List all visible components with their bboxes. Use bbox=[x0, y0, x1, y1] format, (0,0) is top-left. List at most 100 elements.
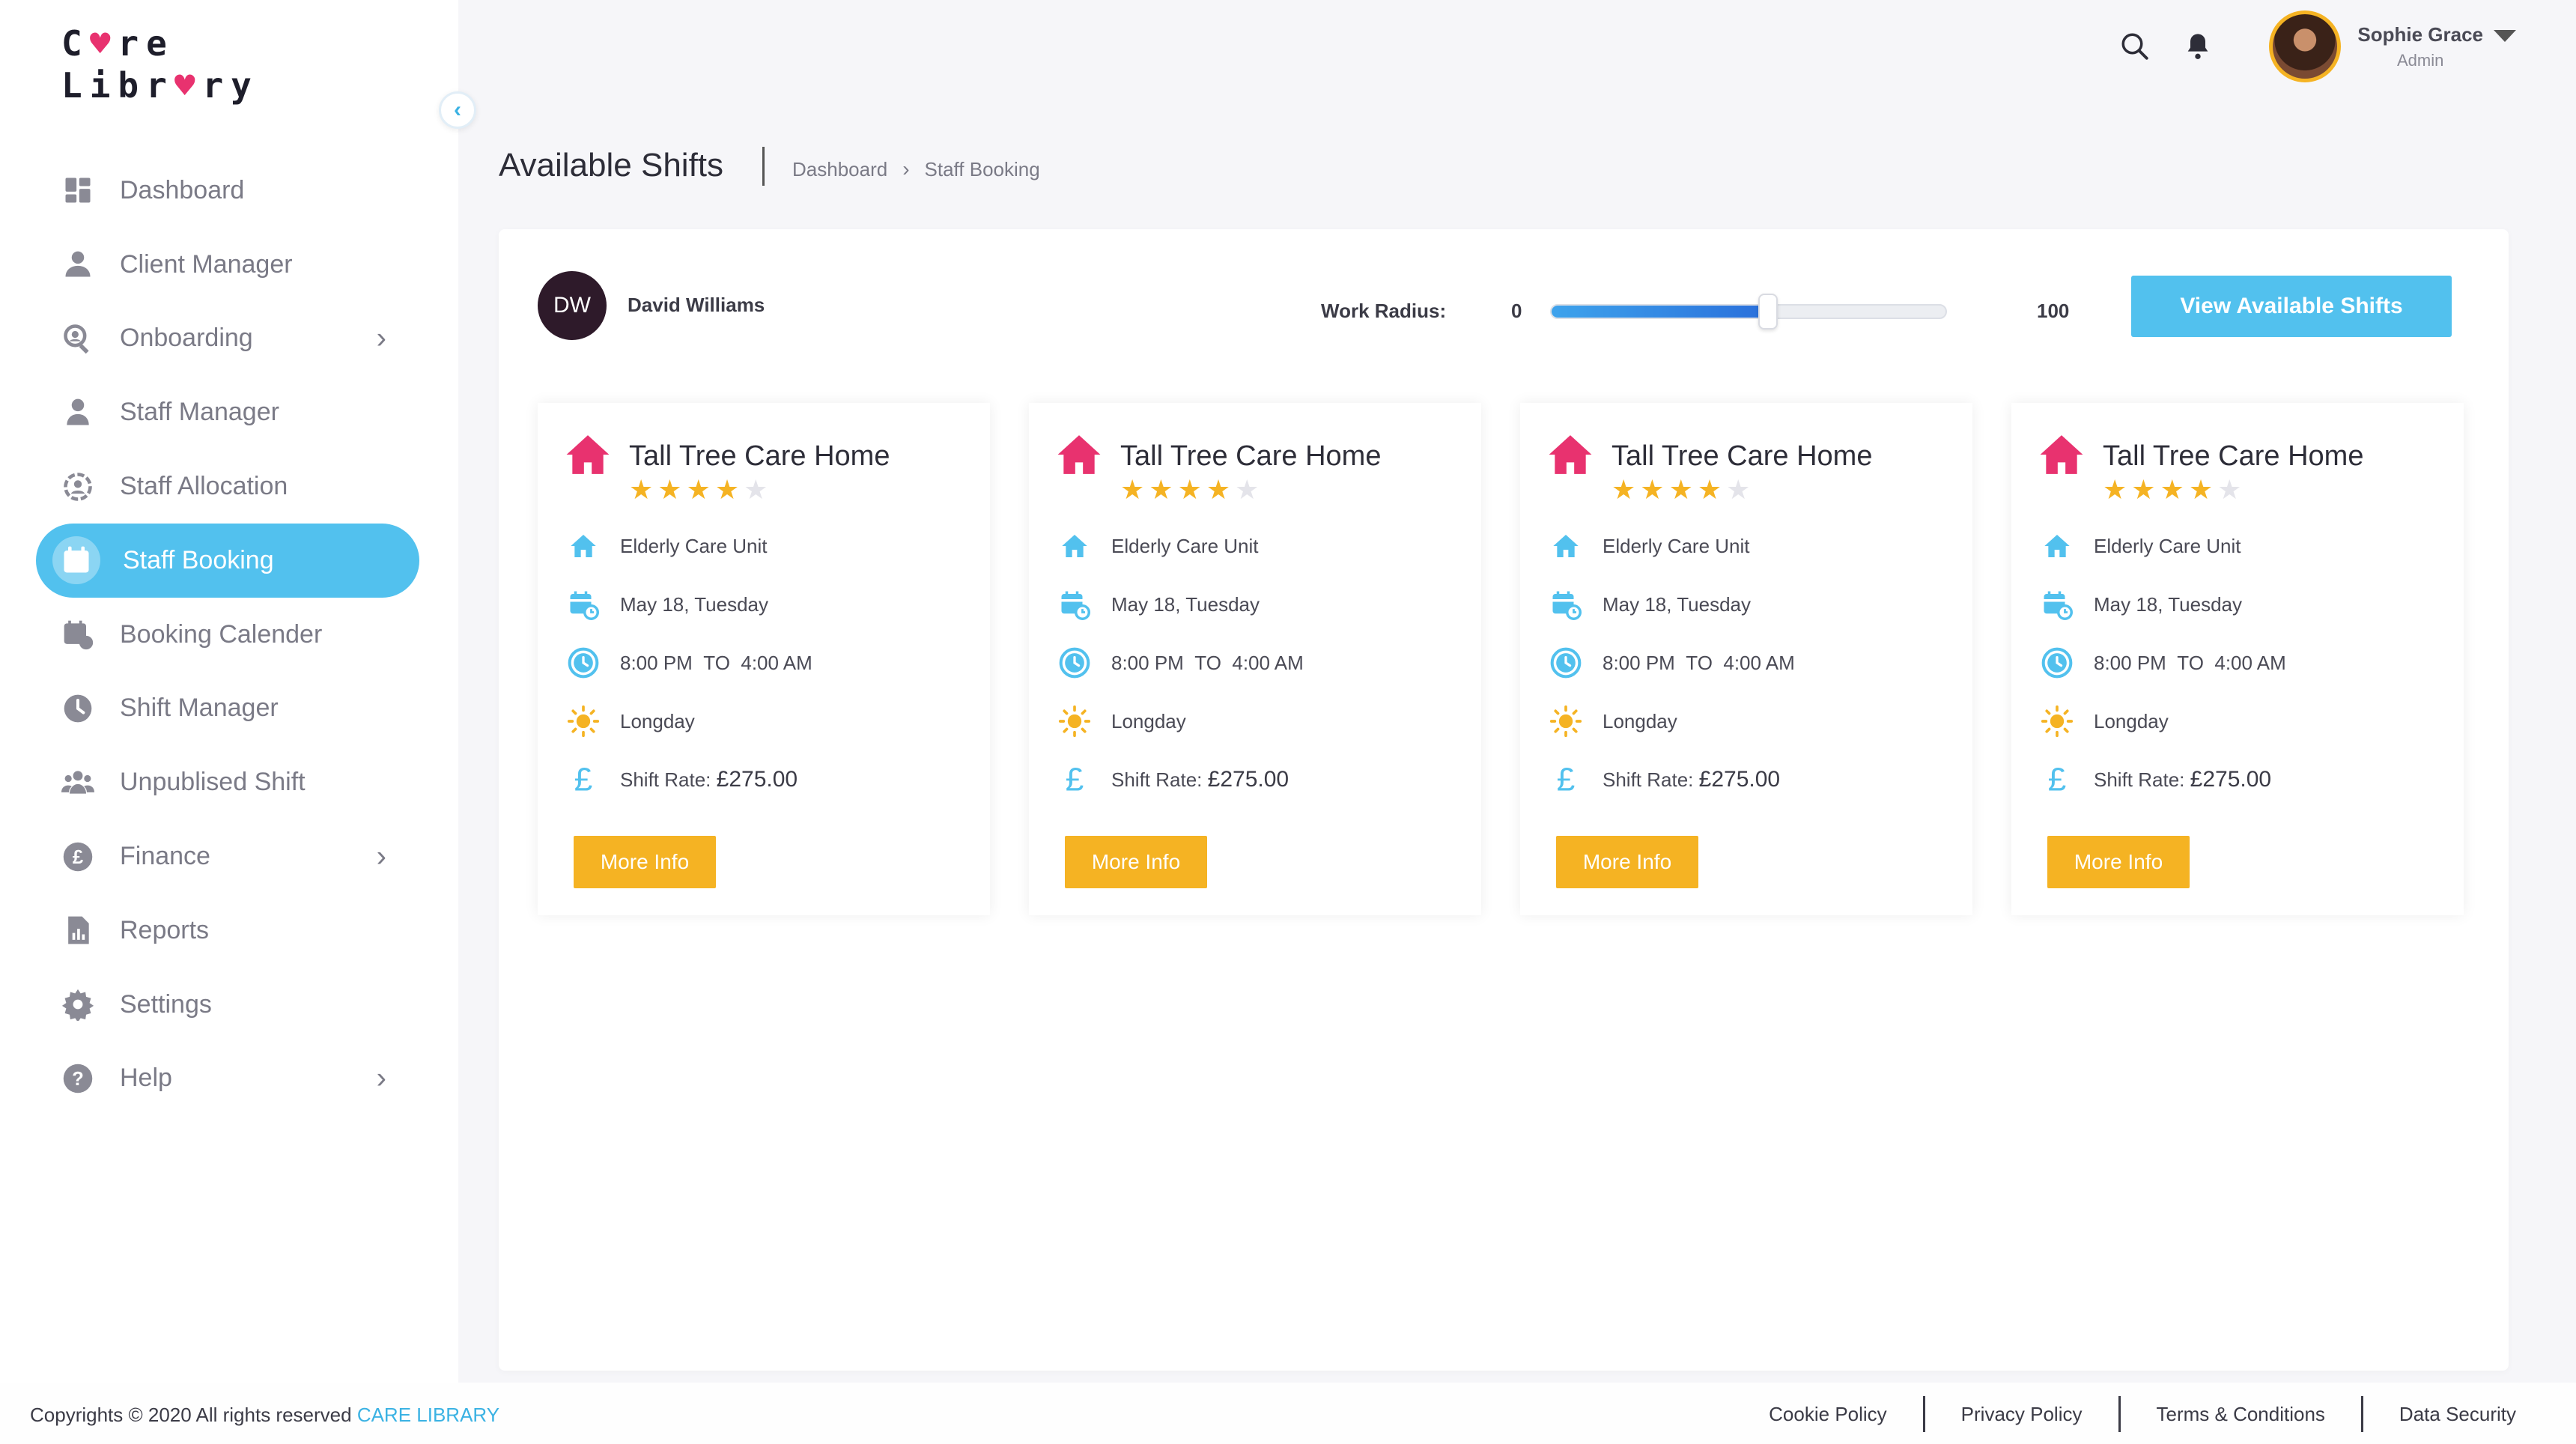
gear-icon bbox=[58, 985, 97, 1024]
user-menu-caret-icon[interactable] bbox=[2494, 30, 2516, 42]
user-meta[interactable]: Sophie Grace Admin bbox=[2357, 23, 2483, 70]
more-info-button[interactable]: More Info bbox=[2047, 836, 2190, 888]
rate-label: Shift Rate: bbox=[1111, 768, 1203, 791]
unit-row: Elderly Care Unit bbox=[2038, 527, 2241, 565]
star-icon: ★ bbox=[2160, 474, 2184, 505]
sidebar-item-label: Shift Manager bbox=[120, 694, 279, 723]
sidebar-item-unpublised-shift[interactable]: Unpublised Shift bbox=[36, 745, 419, 819]
sidebar-item-label: Booking Calender bbox=[120, 619, 323, 649]
sidebar-item-label: Staff Booking bbox=[123, 545, 274, 574]
collapse-sidebar-button[interactable]: ‹ bbox=[439, 91, 476, 129]
time-text: 8:00 PM TO 4:00 AM bbox=[1603, 652, 1795, 675]
clock-icon bbox=[58, 689, 97, 728]
sidebar-item-label: Client Manager bbox=[120, 249, 293, 279]
shift-type-row: Longday bbox=[565, 703, 695, 740]
copyright-text: Copyrights © 2020 All rights reserved bbox=[30, 1404, 357, 1426]
sidebar-item-dashboard[interactable]: Dashboard bbox=[36, 154, 419, 228]
logo[interactable]: C♥re Libr♥ry bbox=[61, 22, 259, 106]
sidebar-item-reports[interactable]: Reports bbox=[36, 894, 419, 968]
star-icon: ★ bbox=[1149, 474, 1173, 505]
copyright: Copyrights © 2020 All rights reserved CA… bbox=[30, 1404, 499, 1427]
search-button[interactable] bbox=[2116, 28, 2154, 65]
unit-text: Elderly Care Unit bbox=[1111, 534, 1259, 557]
breadcrumb-chevron-icon: › bbox=[902, 157, 910, 180]
star-icon: ★ bbox=[1235, 474, 1260, 505]
footer-brand-link[interactable]: CARE LIBRARY bbox=[357, 1404, 499, 1426]
star-icon: ★ bbox=[1668, 474, 1693, 505]
calendar-icon bbox=[58, 615, 97, 654]
onboarding-icon bbox=[58, 319, 97, 358]
help-icon: ? bbox=[58, 1059, 97, 1098]
svg-text:£: £ bbox=[2048, 763, 2066, 796]
more-info-button[interactable]: More Info bbox=[1556, 836, 1698, 888]
time-from: 8:00 PM bbox=[1603, 651, 1675, 674]
star-icon: ★ bbox=[1206, 474, 1231, 505]
time-text: 8:00 PM TO 4:00 AM bbox=[2094, 652, 2286, 675]
more-info-button[interactable]: More Info bbox=[1065, 836, 1207, 888]
care-home-name: Tall Tree Care Home bbox=[629, 440, 890, 472]
clock-icon bbox=[565, 644, 602, 682]
unit-home-icon bbox=[1547, 527, 1585, 565]
more-info-button[interactable]: More Info bbox=[574, 836, 716, 888]
sidebar-item-finance[interactable]: £ Finance › bbox=[36, 819, 419, 894]
sidebar-item-label: Unpublised Shift bbox=[120, 768, 306, 797]
shift-card: Tall Tree Care Home ★ ★ ★ ★ ★ Elderly Care Uni… bbox=[1029, 403, 1481, 915]
sidebar-item-label: Dashboard bbox=[120, 175, 245, 204]
notifications-button[interactable] bbox=[2179, 28, 2217, 65]
sidebar-item-shift-manager[interactable]: Shift Manager bbox=[36, 672, 419, 746]
sidebar-item-onboarding[interactable]: Onboarding › bbox=[36, 302, 419, 376]
work-radius-slider[interactable] bbox=[1550, 294, 1947, 330]
star-icon: ★ bbox=[2188, 474, 2214, 505]
sidebar-item-client-manager[interactable]: Client Manager bbox=[36, 228, 419, 302]
breadcrumb: Dashboard › Staff Booking bbox=[792, 157, 1040, 181]
rate-label: Shift Rate: bbox=[2094, 768, 2185, 791]
sidebar-item-staff-allocation[interactable]: Staff Allocation bbox=[36, 449, 419, 524]
sidebar-item-staff-booking[interactable]: Staff Booking bbox=[36, 523, 419, 598]
work-radius-min: 0 bbox=[1511, 300, 1522, 322]
pound-icon: £ bbox=[565, 761, 602, 798]
user-name: Sophie Grace bbox=[2357, 22, 2483, 46]
star-icon: ★ bbox=[1726, 474, 1751, 505]
shift-card: Tall Tree Care Home ★ ★ ★ ★ ★ Elderly Care Uni… bbox=[1520, 403, 1972, 915]
time-to-label: TO bbox=[1686, 651, 1713, 674]
rate-value: £275.00 bbox=[1207, 767, 1289, 792]
client-icon bbox=[58, 245, 97, 284]
date-row: May 18, Tuesday bbox=[1547, 586, 1751, 623]
privacy-policy-link[interactable]: Privacy Policy bbox=[1922, 1396, 2118, 1432]
slider-thumb[interactable] bbox=[1758, 294, 1778, 330]
rating-stars: ★ ★ ★ ★ ★ bbox=[629, 475, 772, 505]
star-icon: ★ bbox=[657, 474, 682, 505]
rate-value: £275.00 bbox=[2190, 767, 2272, 792]
sidebar-item-booking-calender[interactable]: Booking Calender bbox=[36, 598, 419, 672]
time-to-label: TO bbox=[703, 651, 730, 674]
unit-row: Elderly Care Unit bbox=[565, 527, 768, 565]
care-home-name: Tall Tree Care Home bbox=[1120, 440, 1382, 472]
sidebar-item-label: Settings bbox=[120, 989, 212, 1019]
cookie-policy-link[interactable]: Cookie Policy bbox=[1733, 1396, 1923, 1432]
time-from: 8:00 PM bbox=[2094, 651, 2166, 674]
sidebar-item-settings[interactable]: Settings bbox=[36, 968, 419, 1042]
group-icon bbox=[58, 763, 97, 802]
svg-text:£: £ bbox=[73, 847, 83, 868]
home-icon bbox=[565, 431, 611, 478]
sidebar-item-staff-manager[interactable]: Staff Manager bbox=[36, 375, 419, 449]
star-icon: ★ bbox=[744, 474, 768, 505]
chevron-right-icon: › bbox=[376, 840, 386, 873]
home-icon bbox=[1056, 431, 1102, 478]
view-available-shifts-button[interactable]: View Available Shifts bbox=[2131, 276, 2452, 337]
rate-value: £275.00 bbox=[1698, 767, 1781, 792]
dashboard-icon bbox=[58, 171, 97, 210]
svg-text:£: £ bbox=[574, 763, 592, 796]
user-avatar[interactable] bbox=[2269, 10, 2342, 82]
clock-icon bbox=[1547, 644, 1585, 682]
chevron-right-icon: › bbox=[376, 1061, 386, 1095]
time-row: 8:00 PM TO 4:00 AM bbox=[2038, 644, 2286, 682]
data-security-link[interactable]: Data Security bbox=[2360, 1396, 2516, 1432]
shift-card: Tall Tree Care Home ★ ★ ★ ★ ★ Elderly Care Uni… bbox=[2011, 403, 2464, 915]
terms-conditions-link[interactable]: Terms & Conditions bbox=[2118, 1396, 2361, 1432]
date-text: May 18, Tuesday bbox=[2094, 592, 2242, 616]
rating-stars: ★ ★ ★ ★ ★ bbox=[1120, 475, 1263, 505]
breadcrumb-dashboard[interactable]: Dashboard bbox=[792, 158, 887, 181]
sidebar-item-help[interactable]: ? Help › bbox=[36, 1042, 419, 1116]
time-to: 4:00 AM bbox=[741, 651, 812, 674]
